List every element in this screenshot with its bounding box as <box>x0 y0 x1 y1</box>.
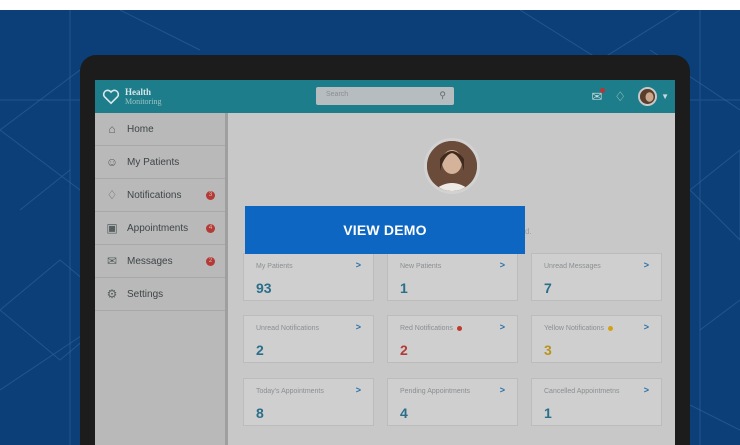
chevron-right-icon[interactable]: > <box>500 385 505 395</box>
calendar-icon: ▣ <box>106 221 118 235</box>
chevron-right-icon[interactable]: > <box>500 322 505 332</box>
card-value: 2 <box>256 342 264 358</box>
card-yellow-notifications[interactable]: Yellow Notifications > 3 <box>531 315 662 363</box>
bell-icon: ♢ <box>106 188 118 202</box>
card-label-wrap: Red Notifications <box>400 325 462 332</box>
profile-photo <box>424 138 480 194</box>
sidebar-item-label: Settings <box>127 288 164 300</box>
card-label-wrap: Yellow Notifications <box>544 325 614 332</box>
card-value: 2 <box>400 342 408 358</box>
sidebar-item-home[interactable]: ⌂ Home <box>95 113 225 146</box>
messages-badge: 2 <box>206 256 215 266</box>
profile-photo-image <box>427 141 477 191</box>
card-label: My Patients <box>256 263 293 270</box>
card-value: 1 <box>544 405 552 421</box>
card-new-patients[interactable]: New Patients > 1 <box>387 253 518 301</box>
unread-dot <box>600 87 606 93</box>
bell-icon[interactable]: ♢ <box>614 89 626 105</box>
red-dot-icon <box>456 325 462 331</box>
home-icon: ⌂ <box>108 122 116 136</box>
sidebar-item-label: Appointments <box>127 222 189 234</box>
search-placeholder: Search <box>326 91 349 98</box>
card-value: 1 <box>400 280 408 296</box>
view-demo-button[interactable]: VIEW DEMO <box>245 206 525 254</box>
appointments-badge: 4 <box>206 223 215 233</box>
messages-icon[interactable]: ✉ <box>592 87 606 105</box>
chevron-right-icon[interactable]: > <box>356 260 361 270</box>
chevron-right-icon[interactable]: > <box>644 260 649 270</box>
notifications-badge: 3 <box>206 190 215 200</box>
card-label: Cancelled Appointmetns <box>544 388 620 395</box>
card-label: Unread Messages <box>544 263 601 270</box>
chevron-right-icon[interactable]: > <box>644 385 649 395</box>
chevron-right-icon[interactable]: > <box>356 385 361 395</box>
patients-icon: ☺ <box>105 155 119 169</box>
app-title: Health <box>125 86 151 97</box>
sidebar-item-my-patients[interactable]: ☺ My Patients <box>95 146 225 179</box>
app-subtitle: Monitoring <box>125 96 162 106</box>
sidebar-item-messages[interactable]: ✉ Messages 2 <box>95 245 225 278</box>
laptop-screen: Health Monitoring Search ⚲ ✉ ♢ ▼ ⌂ Home … <box>95 80 675 445</box>
card-my-patients[interactable]: My Patients > 93 <box>243 253 374 301</box>
card-unread-notifications[interactable]: Unread Notifications > 2 <box>243 315 374 363</box>
user-avatar-image <box>640 89 656 104</box>
card-todays-appointments[interactable]: Today's Appointments > 8 <box>243 378 374 426</box>
card-label: Unread Notifications <box>256 325 320 332</box>
sidebar-item-notifications[interactable]: ♢ Notifications 3 <box>95 179 225 212</box>
sidebar: ⌂ Home ☺ My Patients ♢ Notifications 3 ▣… <box>95 113 228 445</box>
card-label: Yellow Notifications <box>544 325 605 332</box>
sidebar-item-label: Home <box>127 123 154 135</box>
chevron-right-icon[interactable]: > <box>356 322 361 332</box>
card-value: 3 <box>544 342 552 358</box>
card-value: 7 <box>544 280 552 296</box>
chevron-right-icon[interactable]: > <box>500 260 505 270</box>
card-label: Red Notifications <box>400 325 453 332</box>
card-label: Pending Appointments <box>400 388 471 395</box>
greeting-text: d. <box>525 227 532 236</box>
yellow-dot-icon <box>608 325 614 331</box>
search-icon[interactable]: ⚲ <box>439 90 446 101</box>
sidebar-item-label: Messages <box>127 255 173 267</box>
messages-icon: ✉ <box>106 254 118 268</box>
card-value: 8 <box>256 405 264 421</box>
sidebar-item-label: Notifications <box>127 189 182 201</box>
sidebar-item-appointments[interactable]: ▣ Appointments 4 <box>95 212 225 245</box>
search-input[interactable]: Search ⚲ <box>316 87 454 105</box>
sidebar-item-settings[interactable]: ⚙ Settings <box>95 278 225 311</box>
card-pending-appointments[interactable]: Pending Appointments > 4 <box>387 378 518 426</box>
card-label: Today's Appointments <box>256 388 324 395</box>
app-logo[interactable]: Health Monitoring <box>102 86 252 106</box>
gear-icon: ⚙ <box>106 287 118 301</box>
card-red-notifications[interactable]: Red Notifications > 2 <box>387 315 518 363</box>
chevron-down-icon[interactable]: ▼ <box>661 92 669 101</box>
card-label: New Patients <box>400 263 442 270</box>
user-avatar[interactable] <box>638 87 658 106</box>
app-topbar: Health Monitoring Search ⚲ ✉ ♢ ▼ <box>95 80 675 113</box>
heart-icon <box>102 89 120 104</box>
card-value: 93 <box>256 280 272 296</box>
card-unread-messages[interactable]: Unread Messages > 7 <box>531 253 662 301</box>
chevron-right-icon[interactable]: > <box>644 322 649 332</box>
card-value: 4 <box>400 405 408 421</box>
sidebar-item-label: My Patients <box>127 156 180 168</box>
card-cancelled-appointments[interactable]: Cancelled Appointmetns > 1 <box>531 378 662 426</box>
